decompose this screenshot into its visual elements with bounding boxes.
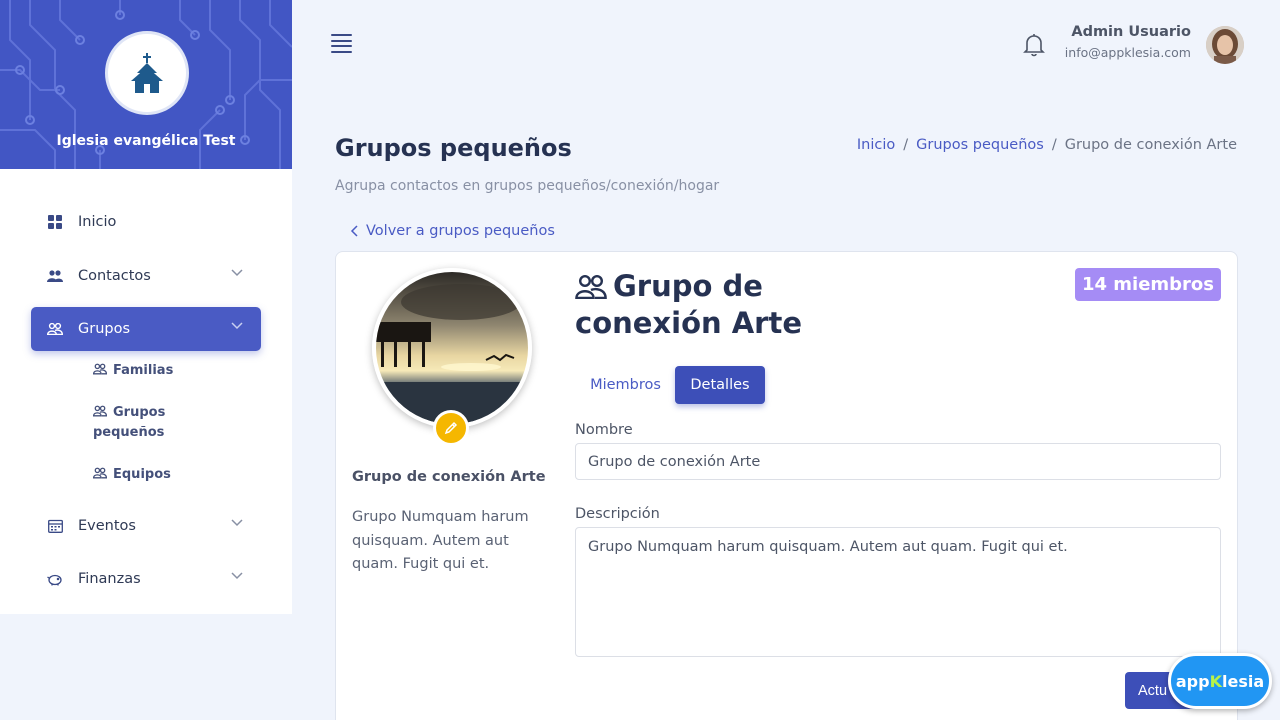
chevron-down-icon [231,519,243,527]
chevron-down-icon [231,269,243,277]
sidebar-subitem-equipos[interactable]: Equipos [93,465,203,485]
user-name[interactable]: Admin Usuario [1071,24,1191,40]
piggy-bank-icon [47,571,63,587]
church-icon [131,53,163,93]
sidebar-subitem-familias[interactable]: Familias [93,361,203,381]
group-name-summary: Grupo de conexión Arte [352,469,546,485]
breadcrumb: Inicio / Grupos pequeños / Grupo de cone… [857,137,1237,153]
group-icon [93,405,107,417]
hamburger-line [331,39,352,42]
brand-prefix: app [1175,671,1210,691]
brand-suffix: lesia [1221,671,1265,691]
group-title-text: Grupo de conexión Arte [575,269,803,340]
group-icon [47,321,63,337]
sunset-pier-image [376,272,528,424]
name-field[interactable] [575,443,1221,480]
sidebar-item-label: Eventos [78,518,136,534]
church-name: Iglesia evangélica Test [56,133,236,149]
calendar-icon [47,518,63,534]
group-title: Grupo de conexión Arte [575,268,915,342]
chevron-down-icon [231,322,243,330]
description-label: Descripción [575,506,660,522]
breadcrumb-item-grupos-pequenos[interactable]: Grupos pequeños [916,137,1044,153]
page-subtitle: Agrupa contactos en grupos pequeños/cone… [335,178,720,194]
sidebar-subitem-label: Familias [113,363,174,378]
sidebar-item-grupos[interactable]: Grupos [31,307,261,351]
tab-detalles[interactable]: Detalles [675,366,765,404]
grid-icon [47,214,63,230]
sidebar-item-label: Contactos [78,268,151,284]
chevron-left-icon [350,225,358,237]
sidebar: Iglesia evangélica Test Inicio Contactos… [0,0,292,614]
edit-photo-button[interactable] [433,410,469,446]
hamburger-line [331,34,352,36]
group-icon [575,275,607,299]
bell-icon [1023,34,1045,57]
members-count-badge: 14 miembros [1075,268,1221,301]
sidebar-subitem-grupos-pequenos[interactable]: Grupos pequeños [93,403,203,443]
group-icon [93,467,107,479]
brand-accent: K [1209,671,1222,691]
pencil-icon [444,421,458,435]
sidebar-item-label: Inicio [78,214,117,230]
church-logo[interactable] [105,31,189,115]
hamburger-line [331,50,352,53]
sidebar-item-inicio[interactable]: Inicio [31,200,261,244]
users-icon [47,268,63,284]
sidebar-item-contactos[interactable]: Contactos [31,254,261,298]
group-photo [372,268,532,428]
breadcrumb-separator: / [903,137,909,153]
sidebar-item-label: Grupos [78,321,131,337]
group-description-summary: Grupo Numquam harum quisquam. Autem aut … [352,509,529,572]
notifications-button[interactable] [1022,32,1046,62]
tab-miembros[interactable]: Miembros [578,366,673,404]
back-link[interactable]: Volver a grupos pequeños [350,223,555,239]
sidebar-subitem-label: Equipos [113,467,171,482]
page-title: Grupos pequeños [335,134,572,162]
sidebar-header: Iglesia evangélica Test [0,0,292,169]
avatar[interactable] [1206,26,1244,64]
hamburger-line [331,45,352,47]
user-email: info@appklesia.com [1064,45,1191,60]
description-field[interactable]: Grupo Numquam harum quisquam. Autem aut … [575,527,1221,657]
menu-toggle-button[interactable] [331,34,352,53]
breadcrumb-item-inicio[interactable]: Inicio [857,137,895,153]
breadcrumb-item-current: Grupo de conexión Arte [1064,137,1237,153]
chevron-down-icon [231,572,243,580]
breadcrumb-separator: / [1051,137,1057,153]
name-label: Nombre [575,422,633,438]
back-link-label: Volver a grupos pequeños [366,223,555,239]
sidebar-item-eventos[interactable]: Eventos [31,504,261,548]
appklesia-help-bubble[interactable]: app Klesia [1168,653,1272,709]
user-photo [1206,26,1244,64]
sidebar-item-label: Finanzas [78,571,141,587]
sidebar-item-finanzas[interactable]: Finanzas [31,557,261,601]
group-icon [93,363,107,375]
